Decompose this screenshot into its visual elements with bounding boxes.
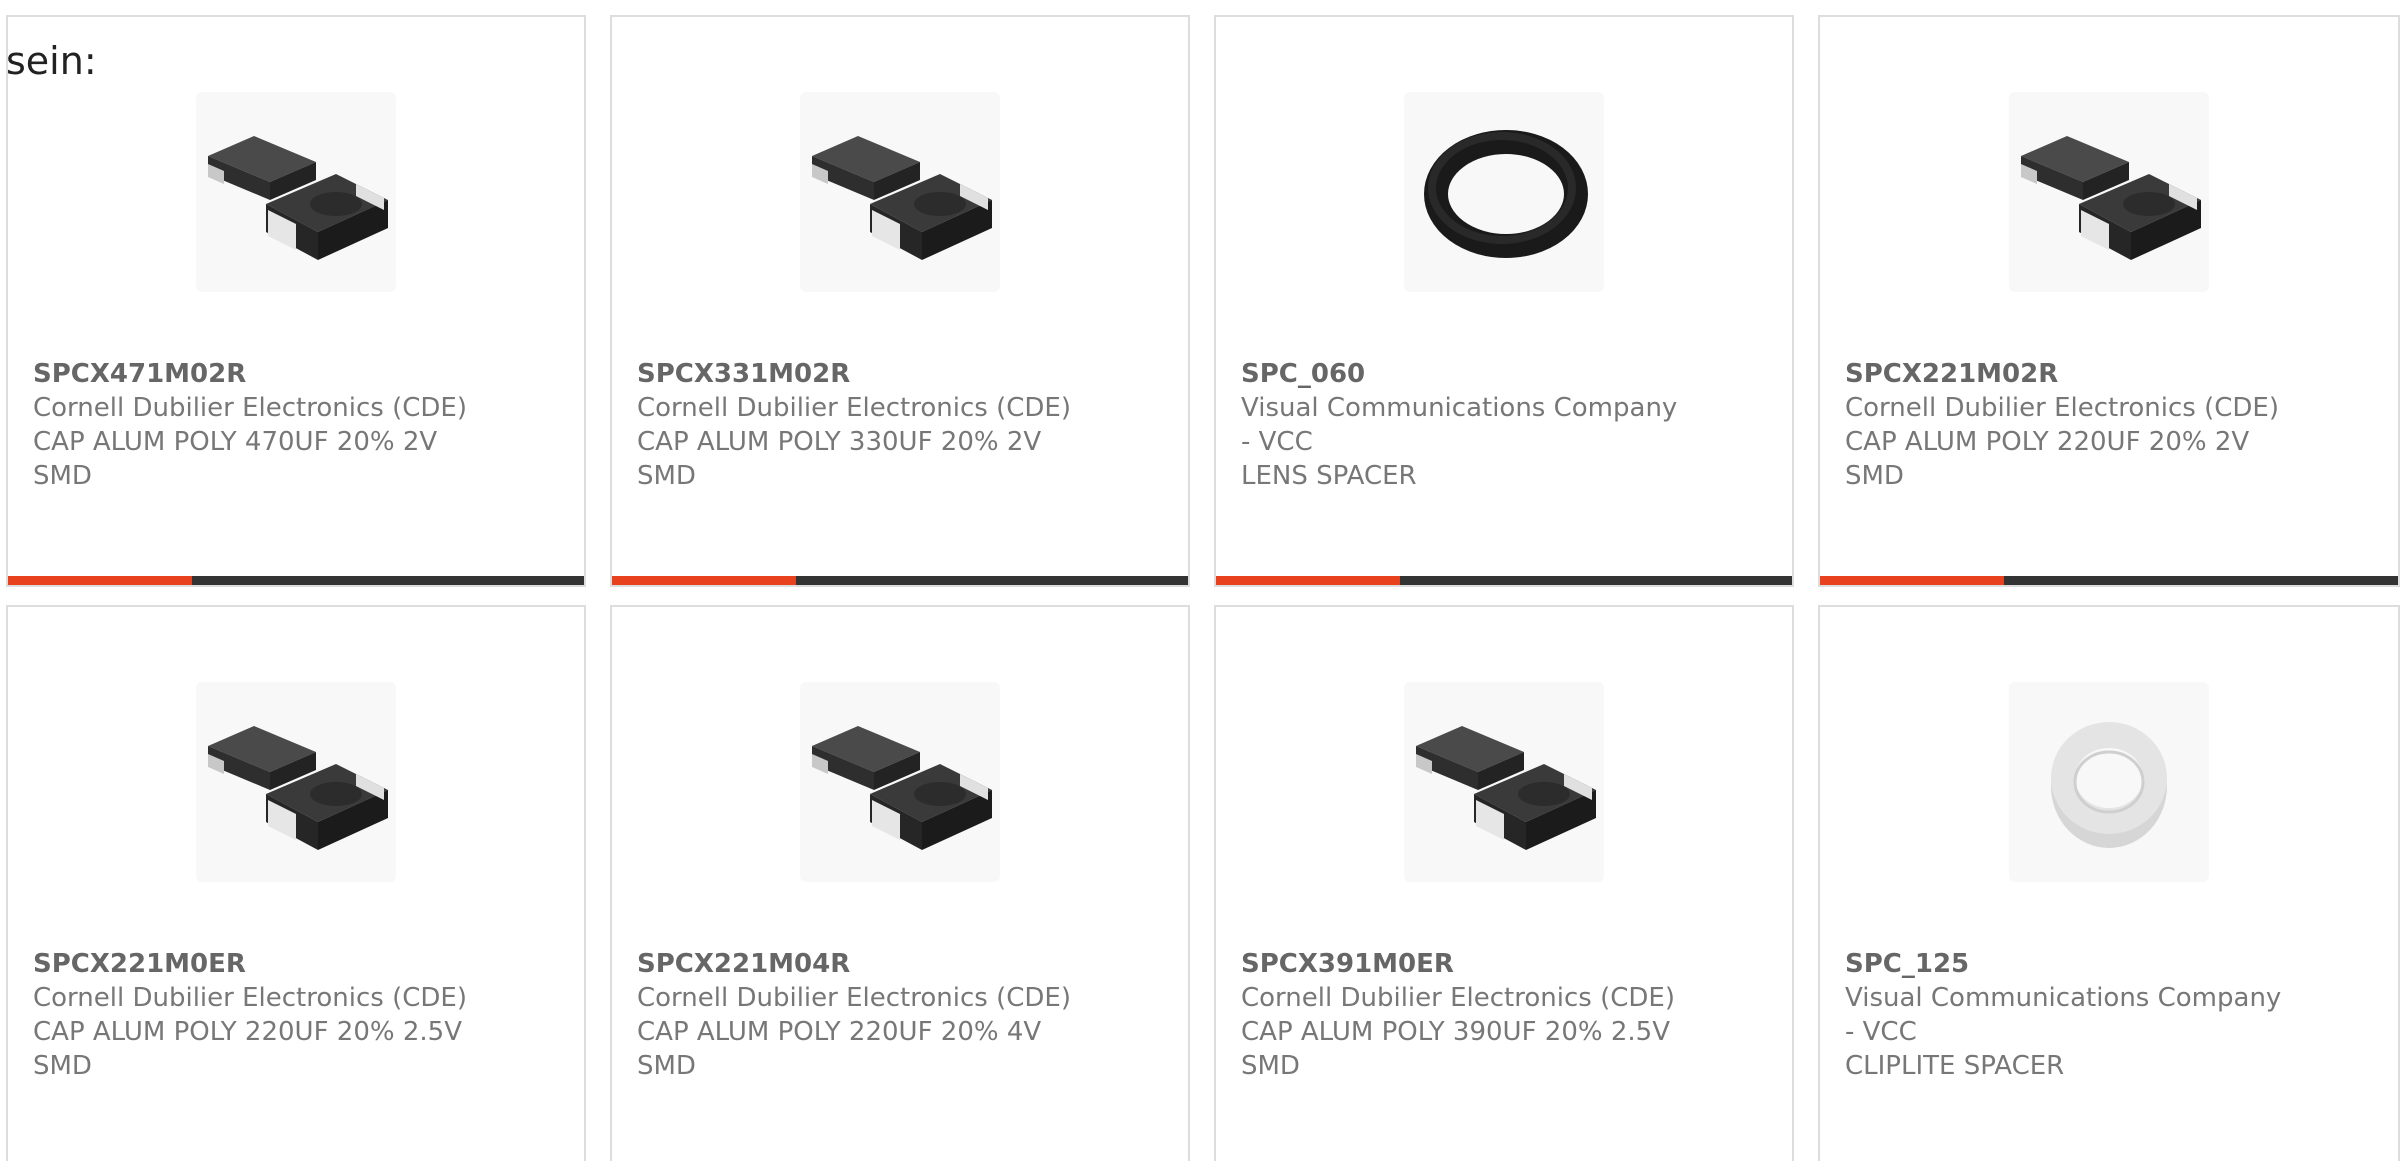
product-card[interactable]: SPC_060 Visual Communications Company - … [1214,15,1794,587]
product-card[interactable]: SPCX221M02R Cornell Dubilier Electronics… [1818,15,2400,587]
manufacturer-name: Visual Communications Company - VCC [1241,393,1678,457]
intro-text: sein: [6,39,97,83]
manufacturer-name: Cornell Dubilier Electronics (CDE) [637,983,1071,1013]
product-description: LENS SPACER [1241,461,1417,491]
card-footer-bar [8,576,584,585]
manufacturer-name: Cornell Dubilier Electronics (CDE) [33,983,467,1013]
product-description: CAP ALUM POLY 390UF 20% 2.5V SMD [1241,1017,1670,1081]
part-number-link[interactable]: SPCX221M02R [1845,357,2365,391]
product-description: CAP ALUM POLY 220UF 20% 2.5V SMD [33,1017,462,1081]
smd-capacitor-icon[interactable] [196,92,396,292]
smd-capacitor-icon[interactable] [2009,92,2209,292]
part-number-link[interactable]: SPCX221M0ER [33,947,553,981]
smd-capacitor-icon[interactable] [1404,682,1604,882]
product-description: CAP ALUM POLY 220UF 20% 2V SMD [1845,427,2250,491]
product-card[interactable]: SPCX221M0ER Cornell Dubilier Electronics… [6,605,586,1161]
smd-capacitor-icon[interactable] [800,92,1000,292]
card-footer-bar [1216,576,1792,585]
smd-capacitor-icon[interactable] [800,682,1000,882]
part-number-link[interactable]: SPCX471M02R [33,357,553,391]
product-card[interactable]: SPCX471M02R Cornell Dubilier Electronics… [6,15,586,587]
part-number-link[interactable]: SPCX221M04R [637,947,1157,981]
product-description: CAP ALUM POLY 330UF 20% 2V SMD [637,427,1042,491]
part-number-link[interactable]: SPCX391M0ER [1241,947,1761,981]
part-number-link[interactable]: SPC_060 [1241,357,1761,391]
card-footer-bar [1820,576,2398,585]
product-grid-page: sein: SPCX471M02R Cornell Dubilier Elect… [0,0,2400,1161]
o-ring-icon[interactable] [1404,92,1604,292]
spacer-ring-icon[interactable] [2009,682,2209,882]
accent-bar [8,576,192,585]
accent-bar [1216,576,1400,585]
card-footer-bar [612,576,1188,585]
product-card[interactable]: SPCX391M0ER Cornell Dubilier Electronics… [1214,605,1794,1161]
manufacturer-name: Cornell Dubilier Electronics (CDE) [637,393,1071,423]
accent-bar [1820,576,2004,585]
part-number-link[interactable]: SPCX331M02R [637,357,1157,391]
product-description: CLIPLITE SPACER [1845,1051,2065,1081]
part-number-link[interactable]: SPC_125 [1845,947,2365,981]
product-description: CAP ALUM POLY 470UF 20% 2V SMD [33,427,438,491]
smd-capacitor-icon[interactable] [196,682,396,882]
manufacturer-name: Cornell Dubilier Electronics (CDE) [33,393,467,423]
accent-bar [612,576,796,585]
product-description: CAP ALUM POLY 220UF 20% 4V SMD [637,1017,1042,1081]
manufacturer-name: Cornell Dubilier Electronics (CDE) [1241,983,1675,1013]
product-card[interactable]: SPCX331M02R Cornell Dubilier Electronics… [610,15,1190,587]
product-card[interactable]: SPCX221M04R Cornell Dubilier Electronics… [610,605,1190,1161]
manufacturer-name: Visual Communications Company - VCC [1845,983,2282,1047]
manufacturer-name: Cornell Dubilier Electronics (CDE) [1845,393,2279,423]
product-card[interactable]: SPC_125 Visual Communications Company - … [1818,605,2400,1161]
